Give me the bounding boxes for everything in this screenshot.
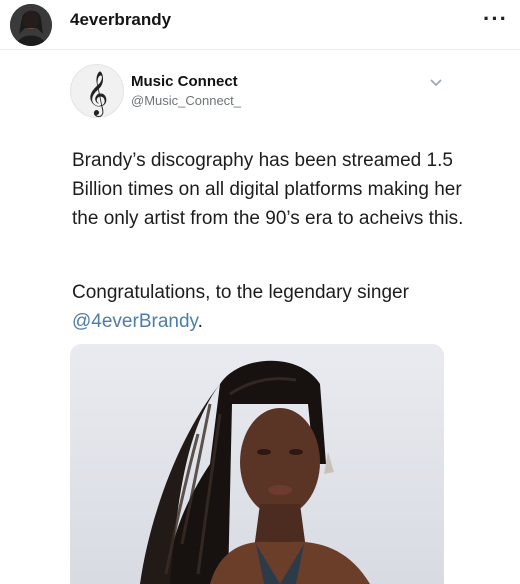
tweet-text-congrats: Congratulations, to the legendary singer… (72, 278, 464, 336)
mention-suffix: . (197, 311, 203, 332)
chevron-down-icon (430, 79, 442, 87)
profile-avatar[interactable] (10, 4, 52, 46)
tweet-text: Brandy’s discography has been streamed 1… (72, 150, 464, 229)
post-header: 4everbrandy ··· (0, 0, 520, 50)
portrait-image (70, 344, 444, 584)
more-horizontal-icon[interactable]: ··· (483, 6, 508, 32)
avatar-image (10, 4, 52, 46)
tweet-author-handle: @Music_Connect_ (131, 93, 242, 108)
tweet-photo (70, 344, 444, 584)
post-username[interactable]: 4everbrandy (70, 10, 171, 30)
congrats-text: Congratulations, to the legendary singer (72, 282, 409, 303)
svg-text:𝄞: 𝄞 (86, 71, 108, 117)
treble-clef-icon: 𝄞 (86, 71, 108, 117)
tweet-avatar: 𝄞 (70, 64, 124, 118)
mention-link[interactable]: @4everBrandy (72, 311, 198, 332)
tweet-author-name: Music Connect (131, 73, 238, 90)
